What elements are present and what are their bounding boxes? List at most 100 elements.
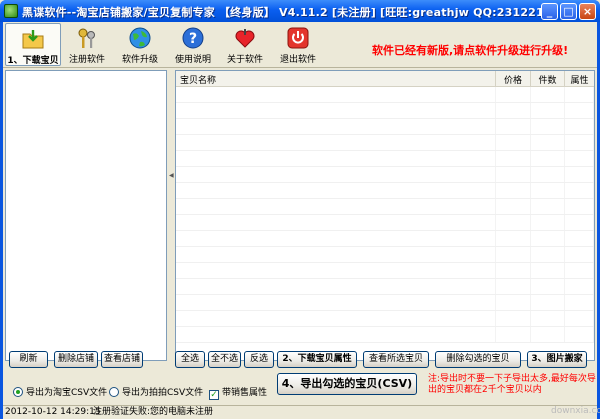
delete-checked-button[interactable]: 删除勾选的宝贝	[435, 351, 521, 368]
column-header-price[interactable]: 价格	[496, 71, 531, 86]
app-window: 黑谍软件--淘宝店铺搬家/宝贝复制专家 【终身版】 V4.11.2 [未注册] …	[0, 0, 600, 419]
item-table[interactable]: 宝贝名称 价格 件数 属性	[175, 70, 595, 361]
table-cell	[531, 279, 565, 294]
table-cell	[531, 87, 565, 102]
column-header-attributes[interactable]: 属性	[565, 71, 594, 86]
table-cell	[496, 87, 531, 102]
table-cell	[565, 151, 594, 166]
table-cell	[565, 199, 594, 214]
select-none-button[interactable]: 全不选	[208, 351, 241, 368]
table-cell	[565, 247, 594, 262]
shop-list[interactable]	[5, 70, 167, 361]
export-csv-button[interactable]: 4、导出勾选的宝贝(CSV)	[277, 373, 417, 395]
client-area: 1、下载宝贝 注册软件 软件升级 ? 使用说明 关于软件 退出软件 软件已经有新…	[3, 22, 600, 419]
column-header-quantity[interactable]: 件数	[531, 71, 565, 86]
export-taobao-label: 导出为淘宝CSV文件	[26, 388, 108, 398]
table-cell	[176, 279, 496, 294]
toolbar-label: 关于软件	[226, 55, 263, 65]
exit-button[interactable]: 退出软件	[276, 23, 320, 66]
export-taobao-option[interactable]: 导出为淘宝CSV文件	[13, 385, 107, 398]
table-cell	[496, 119, 531, 134]
table-cell	[531, 215, 565, 230]
table-cell	[531, 199, 565, 214]
table-cell	[565, 311, 594, 326]
register-button[interactable]: 注册软件	[65, 23, 109, 66]
table-cell	[531, 167, 565, 182]
table-cell	[176, 135, 496, 150]
select-all-button[interactable]: 全选	[175, 351, 205, 368]
table-cell	[565, 263, 594, 278]
table-cell	[176, 167, 496, 182]
delete-shop-button[interactable]: 删除店铺	[54, 351, 98, 368]
keys-icon	[78, 28, 95, 48]
table-cell	[531, 151, 565, 166]
table-cell	[565, 119, 594, 134]
table-cell	[496, 215, 531, 230]
table-cell	[531, 327, 565, 342]
table-cell	[496, 263, 531, 278]
window-title: 黑谍软件--淘宝店铺搬家/宝贝复制专家 【终身版】 V4.11.2 [未注册] …	[22, 6, 550, 19]
table-cell	[531, 119, 565, 134]
table-cell	[531, 135, 565, 150]
table-cell	[496, 167, 531, 182]
table-cell	[176, 151, 496, 166]
radio-selected	[13, 387, 23, 397]
refresh-button[interactable]: 刷新	[9, 351, 48, 368]
globe-icon	[129, 27, 151, 49]
table-row	[176, 167, 594, 183]
table-cell	[531, 103, 565, 118]
image-move-button[interactable]: 3、图片搬家	[527, 351, 587, 368]
help-icon: ?	[182, 27, 204, 49]
table-row	[176, 295, 594, 311]
download-attributes-button[interactable]: 2、下载宝贝属性	[277, 351, 357, 368]
table-cell	[565, 135, 594, 150]
table-cell	[176, 247, 496, 262]
view-shop-button[interactable]: 查看店铺	[101, 351, 143, 368]
table-row	[176, 151, 594, 167]
table-cell	[176, 183, 496, 198]
table-cell	[496, 247, 531, 262]
table-cell	[531, 311, 565, 326]
view-selected-button[interactable]: 查看所选宝贝	[363, 351, 429, 368]
export-paipai-option[interactable]: 导出为拍拍CSV文件	[109, 385, 203, 398]
status-datetime: 2012-10-12 14:29:15	[5, 407, 101, 417]
title-bar[interactable]: 黑谍软件--淘宝店铺搬家/宝贝复制专家 【终身版】 V4.11.2 [未注册] …	[0, 0, 600, 22]
power-icon	[287, 27, 309, 49]
table-cell	[176, 295, 496, 310]
download-items-button[interactable]: 1、下载宝贝	[5, 23, 61, 66]
table-cell	[176, 215, 496, 230]
maximize-button[interactable]: □	[560, 3, 577, 20]
table-cell	[176, 199, 496, 214]
help-button[interactable]: ? 使用说明	[171, 23, 215, 66]
table-row	[176, 119, 594, 135]
table-row	[176, 199, 594, 215]
table-header: 宝贝名称 价格 件数 属性	[176, 71, 594, 87]
table-cell	[565, 167, 594, 182]
table-cell	[496, 103, 531, 118]
table-cell	[565, 279, 594, 294]
table-cell	[176, 311, 496, 326]
checkbox-checked-icon: ✓	[209, 390, 219, 400]
about-button[interactable]: 关于软件	[223, 23, 267, 66]
upgrade-button[interactable]: 软件升级	[118, 23, 162, 66]
table-row	[176, 87, 594, 103]
toolbar-label: 退出软件	[279, 55, 316, 65]
table-cell	[176, 231, 496, 246]
minimize-button[interactable]: _	[541, 3, 558, 20]
table-cell	[496, 231, 531, 246]
toolbar-label: 注册软件	[68, 55, 105, 65]
table-row	[176, 215, 594, 231]
table-cell	[565, 231, 594, 246]
pane-splitter[interactable]	[168, 70, 174, 361]
watermark: downxia.com	[551, 406, 600, 416]
table-cell	[531, 231, 565, 246]
close-button[interactable]: ×	[579, 3, 596, 20]
table-row	[176, 231, 594, 247]
column-header-name[interactable]: 宝贝名称	[176, 71, 496, 86]
toolbar: 1、下载宝贝 注册软件 软件升级 ? 使用说明 关于软件 退出软件 软件已经有新…	[3, 22, 597, 68]
invert-selection-button[interactable]: 反选	[244, 351, 274, 368]
toolbar-label: 使用说明	[174, 55, 211, 65]
table-row	[176, 103, 594, 119]
sales-attr-checkbox[interactable]: ✓ 带销售属性	[209, 385, 267, 400]
export-paipai-label: 导出为拍拍CSV文件	[122, 388, 204, 398]
